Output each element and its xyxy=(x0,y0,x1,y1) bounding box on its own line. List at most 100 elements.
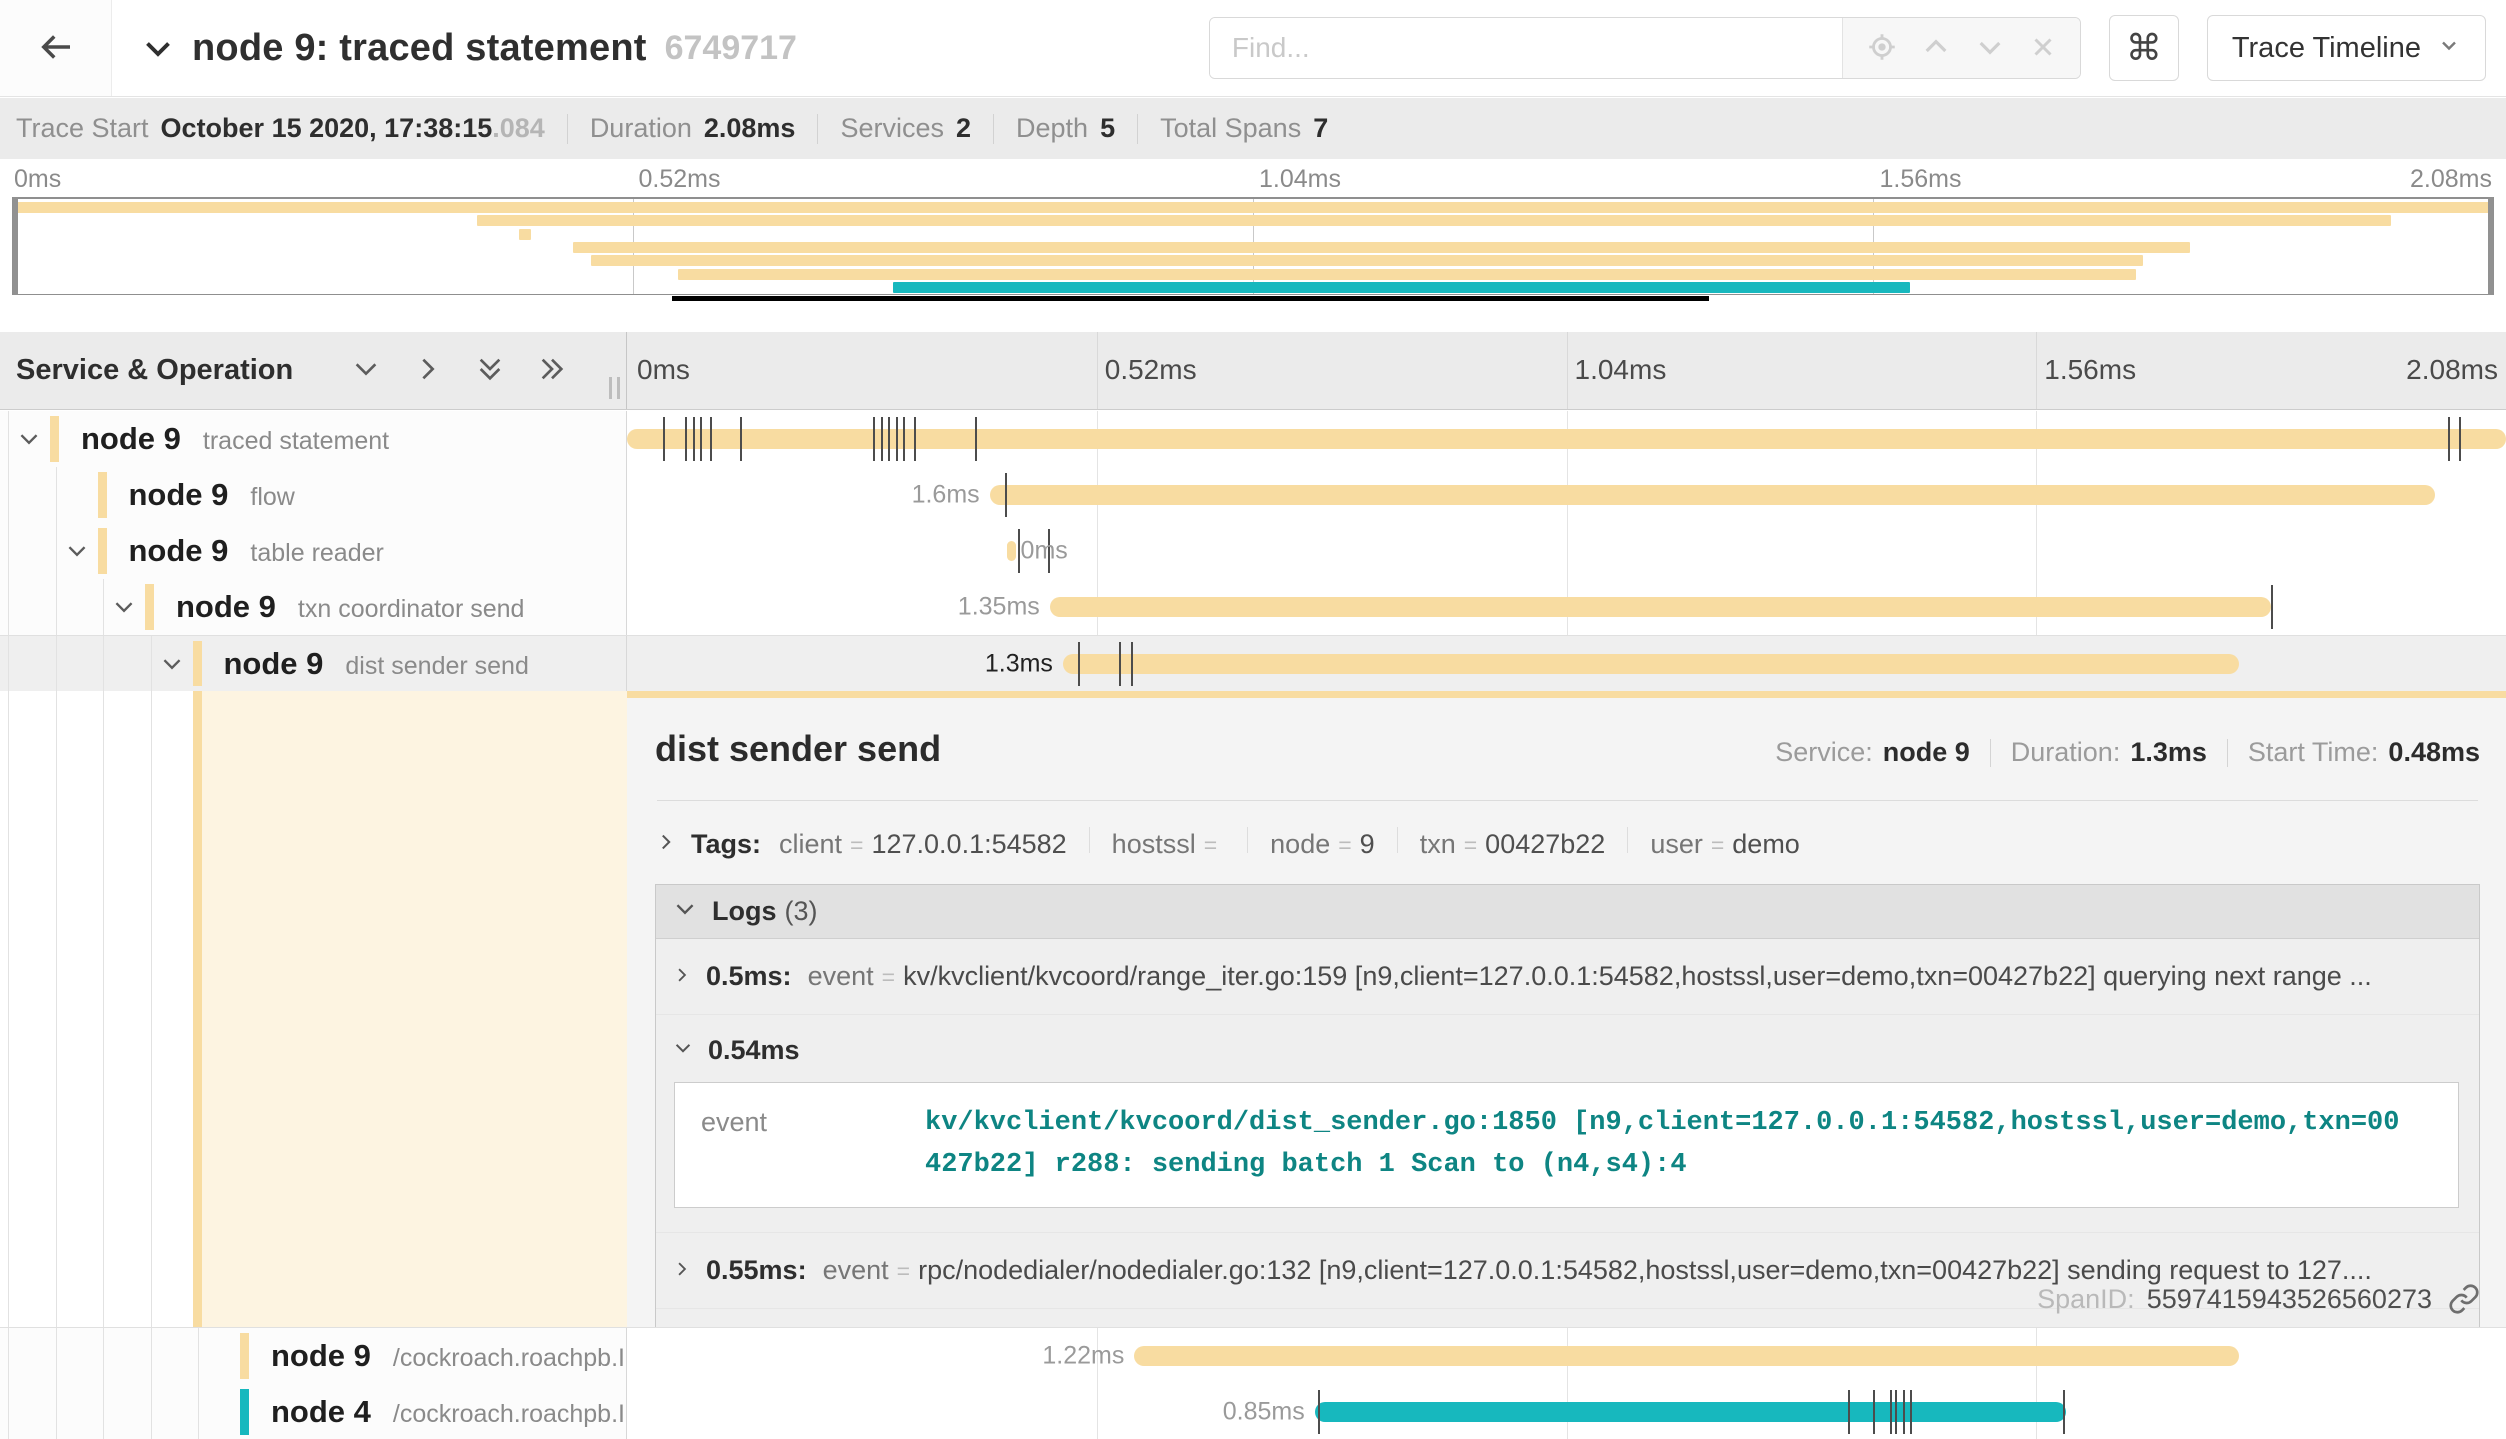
keyboard-shortcuts-button[interactable]: ⌘ xyxy=(2109,15,2179,81)
indent-guide xyxy=(8,636,9,691)
log-marker-tick xyxy=(2063,1390,2065,1434)
timeline-tick-label: 0ms xyxy=(637,354,690,386)
span-row[interactable]: node 9flow1.6ms xyxy=(0,467,2506,523)
tag-separator xyxy=(1089,827,1090,853)
log-marker-tick xyxy=(1005,473,1007,517)
minimap-tick-label: 0ms xyxy=(14,165,61,194)
overview-item: Duration:1.3ms xyxy=(2011,737,2207,768)
minimap-left-scrubber[interactable] xyxy=(13,197,18,295)
log-marker-tick xyxy=(740,417,742,461)
log-entry-collapsed[interactable]: 0.5ms:event=kv/kvclient/kvcoord/range_it… xyxy=(656,939,2479,1015)
find-input[interactable] xyxy=(1210,18,1842,78)
span-service-name: node 9 xyxy=(129,477,229,513)
log-entry-expanded-header[interactable]: 0.54ms xyxy=(656,1015,2479,1080)
link-icon[interactable] xyxy=(2448,1283,2480,1315)
minimap-tick-label: 1.04ms xyxy=(1259,165,1341,194)
span-service-name: node 9 xyxy=(224,646,324,682)
minimap-right-scrubber[interactable] xyxy=(2488,197,2493,295)
expand-one-button[interactable] xyxy=(412,353,444,388)
tags-row[interactable]: Tags:client=127.0.0.1:54582hostssl=node=… xyxy=(655,827,2480,860)
collapse-trace-chevron-icon[interactable] xyxy=(140,30,176,66)
indent-guide xyxy=(56,691,57,1327)
summary-item: Depth5 xyxy=(1016,113,1115,144)
span-expander-chevron-icon[interactable] xyxy=(16,426,42,452)
span-timeline-cell: 1.3ms xyxy=(627,636,2506,691)
span-detail-header: dist sender send Service:node 9Duration:… xyxy=(655,728,2480,770)
span-row-tree-cell: node 9dist sender send xyxy=(0,636,627,691)
log-marker-tick xyxy=(1078,642,1080,686)
collapse-one-button[interactable] xyxy=(350,353,382,388)
span-name-label: node 9traced statement xyxy=(81,421,389,457)
span-row-tree-cell: node 9table reader xyxy=(0,523,627,579)
span-detail-indent xyxy=(0,691,627,1327)
span-expander-chevron-icon[interactable] xyxy=(159,651,185,677)
span-duration-bar[interactable] xyxy=(1134,1346,2239,1366)
span-name-label: node 9flow xyxy=(129,477,295,513)
span-duration-bar[interactable] xyxy=(1315,1402,2067,1422)
span-expander-chevron-icon[interactable] xyxy=(64,538,90,564)
span-duration-label: 1.22ms xyxy=(1042,1342,1124,1371)
indent-guide xyxy=(103,579,104,635)
log-marker-tick xyxy=(1119,642,1121,686)
collapse-all-button[interactable] xyxy=(474,353,506,388)
log-marker-tick xyxy=(1890,1390,1892,1434)
span-duration-bar[interactable] xyxy=(990,485,2435,505)
minimap-canvas[interactable] xyxy=(12,197,2494,295)
span-row[interactable]: node 9dist sender send 1.3ms xyxy=(0,635,2506,691)
back-button[interactable] xyxy=(0,0,112,96)
span-row-tree-cell: node 9traced statement xyxy=(0,411,627,467)
span-row[interactable]: node 9table reader 0ms xyxy=(0,523,2506,579)
summary-value: 2 xyxy=(956,113,971,144)
expand-all-button[interactable] xyxy=(536,353,568,388)
logs-count: (3) xyxy=(785,896,818,927)
span-row[interactable]: node 4/cockroach.roachpb.I...0.85ms xyxy=(0,1384,2506,1439)
span-operation-name: txn coordinator send xyxy=(298,595,525,624)
find-next-button[interactable] xyxy=(1974,31,2006,66)
indent-guide xyxy=(56,1328,57,1384)
find-match-button[interactable] xyxy=(1865,30,1899,67)
log-marker-tick xyxy=(2448,417,2450,461)
span-duration-bar[interactable] xyxy=(1063,654,2239,674)
span-duration-label: 1.35ms xyxy=(958,593,1040,622)
log-marker-tick xyxy=(896,417,898,461)
span-row[interactable]: node 9/cockroach.roachpb.I...1.22ms xyxy=(0,1328,2506,1384)
tag-separator xyxy=(1397,827,1398,853)
indent-guide xyxy=(8,523,9,579)
find-clear-button[interactable] xyxy=(2028,32,2058,65)
logs-header[interactable]: Logs (3) xyxy=(656,885,2479,939)
title-area: node 9: traced statement 6749717 xyxy=(112,27,1209,70)
span-row[interactable]: node 9txn coordinator send1.35ms xyxy=(0,579,2506,635)
find-prev-button[interactable] xyxy=(1920,31,1952,66)
span-row[interactable]: node 9traced statement xyxy=(0,411,2506,467)
minimap-span-bar xyxy=(573,242,2190,253)
log-timestamp: 0.54ms xyxy=(708,1035,800,1066)
span-duration-label: 0ms xyxy=(1021,537,1068,566)
summary-label: Duration xyxy=(590,113,692,144)
log-marker-tick xyxy=(975,417,977,461)
span-name-label: node 9dist sender send xyxy=(224,646,529,682)
tag-equals: = xyxy=(1711,832,1724,858)
span-duration-bar[interactable] xyxy=(1007,541,1016,561)
span-color-accent xyxy=(193,641,202,686)
tag-key: node xyxy=(1270,829,1330,859)
log-marker-tick xyxy=(888,417,890,461)
span-expander-chevron-icon[interactable] xyxy=(111,594,137,620)
log-timestamp: 0.55ms: xyxy=(706,1255,807,1286)
minimap-span-bar xyxy=(477,215,2392,226)
span-duration-bar[interactable] xyxy=(627,429,2506,449)
column-resize-handle[interactable] xyxy=(609,377,620,399)
log-marker-tick xyxy=(903,417,905,461)
tag-equals: = xyxy=(1338,832,1351,858)
span-duration-bar[interactable] xyxy=(1050,597,2271,617)
span-service-name: node 4 xyxy=(271,1394,371,1430)
log-field-key: event xyxy=(675,1083,925,1207)
header-gridline xyxy=(1097,332,1098,409)
log-marker-tick xyxy=(2271,585,2273,629)
top-bar: node 9: traced statement 6749717 xyxy=(0,0,2506,97)
indent-guide xyxy=(151,691,152,1327)
span-detail-overview: Service:node 9Duration:1.3msStart Time:0… xyxy=(1775,737,2480,768)
span-service-name: node 9 xyxy=(129,533,229,569)
span-id-value: 5597415943526560273 xyxy=(2147,1284,2432,1315)
overview-item: Start Time:0.48ms xyxy=(2248,737,2480,768)
trace-view-dropdown[interactable]: Trace Timeline xyxy=(2207,15,2486,81)
